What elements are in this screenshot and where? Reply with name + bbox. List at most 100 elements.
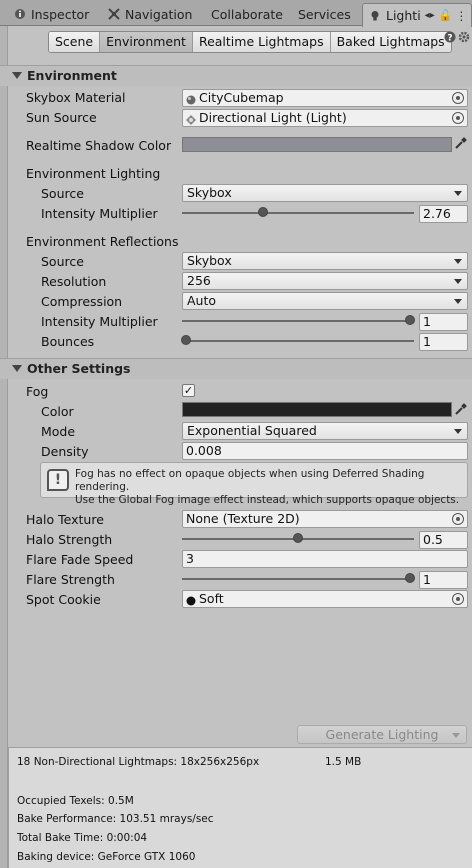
lighting-intensity-field[interactable]: 2.76 xyxy=(419,205,468,223)
flare-fade-speed-field[interactable]: 3 xyxy=(182,550,468,568)
material-sphere-icon xyxy=(186,93,196,105)
dropdown-arrow-icon[interactable] xyxy=(452,733,460,738)
fog-mode-label: Mode xyxy=(41,424,76,439)
lightbulb-icon xyxy=(369,10,381,22)
sun-source-value: Directional Light (Light) xyxy=(199,110,347,125)
compression-dropdown[interactable]: Auto xyxy=(182,292,468,310)
lock-icon[interactable]: 🔓 xyxy=(439,9,453,22)
help-text: Fog has no effect on opaque objects when… xyxy=(75,468,467,507)
tab-navigation[interactable]: Navigation xyxy=(108,3,192,25)
tab-inspector[interactable]: Inspector xyxy=(14,3,89,25)
dropdown-arrow-icon xyxy=(454,279,462,284)
bounces-slider-thumb[interactable] xyxy=(181,335,191,345)
total-bake-time-stat: Total Bake Time: 0:00:04 xyxy=(17,832,148,844)
subtab-scene[interactable]: Scene xyxy=(49,32,101,52)
reflections-intensity-slider-track[interactable] xyxy=(182,320,414,322)
reflections-intensity-slider-thumb[interactable] xyxy=(405,315,415,325)
flare-strength-slider-thumb[interactable] xyxy=(405,573,415,583)
realtime-shadow-color-label: Realtime Shadow Color xyxy=(26,138,172,153)
lighting-source-value: Skybox xyxy=(187,185,232,200)
environment-section-header[interactable]: Environment xyxy=(0,65,472,86)
lighting-source-label: Source xyxy=(41,186,84,201)
fog-color-swatch[interactable] xyxy=(182,402,452,417)
resolution-label: Resolution xyxy=(41,274,107,289)
lighting-intensity-slider-thumb[interactable] xyxy=(258,207,268,217)
subtab-realtime-lightmaps[interactable]: Realtime Lightmaps xyxy=(192,32,331,52)
subtab-environment[interactable]: Environment xyxy=(100,32,193,52)
reflections-source-value: Skybox xyxy=(187,253,232,268)
lighting-intensity-slider-track[interactable] xyxy=(182,212,414,214)
bake-performance-stat: Bake Performance: 103.51 mrays/sec xyxy=(17,813,214,825)
light-component-icon xyxy=(186,113,196,125)
navigation-icon xyxy=(108,8,120,20)
subtab-baked-lightmaps[interactable]: Baked Lightmaps xyxy=(330,32,451,52)
halo-strength-label: Halo Strength xyxy=(26,532,113,547)
compression-value: Auto xyxy=(187,293,217,308)
generate-lighting-button[interactable]: Generate Lighting xyxy=(297,725,467,744)
halo-strength-slider-thumb[interactable] xyxy=(293,533,303,543)
flare-strength-label: Flare Strength xyxy=(26,572,115,587)
tab-lighting[interactable]: Lighti ◂▸ 🔓 ⋮ xyxy=(362,3,472,27)
settings-gear-icon[interactable] xyxy=(458,29,470,47)
fog-label: Fog xyxy=(26,384,49,399)
halo-texture-value: None (Texture 2D) xyxy=(186,511,300,526)
compression-label: Compression xyxy=(41,294,123,309)
fog-color-label: Color xyxy=(41,404,74,419)
dropdown-arrow-icon xyxy=(454,191,462,196)
tab-services[interactable]: Services xyxy=(298,3,351,25)
tab-collaborate[interactable]: Collaborate xyxy=(211,3,283,25)
info-icon xyxy=(14,8,26,20)
tab-label: Collaborate xyxy=(211,6,283,22)
tab-label: Inspector xyxy=(31,6,90,22)
realtime-shadow-color-swatch[interactable] xyxy=(182,137,452,152)
sun-source-field[interactable]: Directional Light (Light) xyxy=(182,109,468,127)
reflections-intensity-field[interactable]: 1 xyxy=(419,313,468,331)
section-title: Environment xyxy=(27,68,117,83)
fog-density-field[interactable]: 0.008 xyxy=(182,442,468,460)
other-settings-section-header[interactable]: Other Settings xyxy=(0,358,472,379)
halo-texture-field[interactable]: None (Texture 2D) xyxy=(182,510,468,528)
spot-cookie-field[interactable]: Soft xyxy=(182,590,468,608)
eyedropper-icon[interactable] xyxy=(454,403,468,417)
occupied-texels-stat: Occupied Texels: 0.5M xyxy=(17,795,134,807)
halo-texture-label: Halo Texture xyxy=(26,512,104,527)
spot-cookie-label: Spot Cookie xyxy=(26,592,101,607)
skybox-material-field[interactable]: CityCubemap xyxy=(182,89,468,107)
fog-mode-dropdown[interactable]: Exponential Squared xyxy=(182,422,468,440)
warning-speech-bubble-icon: ! xyxy=(47,469,69,491)
object-picker-icon[interactable] xyxy=(452,112,464,124)
fog-checkbox[interactable]: ✓ xyxy=(182,384,195,397)
tab-label: Services xyxy=(298,6,351,22)
dropdown-arrow-icon xyxy=(454,259,462,264)
section-title: Other Settings xyxy=(27,361,131,376)
texture-dot-icon xyxy=(186,594,196,606)
environment-lighting-label: Environment Lighting xyxy=(26,166,161,181)
flare-strength-field[interactable]: 1 xyxy=(419,571,468,589)
menu-icon[interactable]: ⋮ xyxy=(455,9,467,23)
bounces-field[interactable]: 1 xyxy=(419,333,468,351)
object-picker-icon[interactable] xyxy=(452,593,464,605)
lighting-source-dropdown[interactable]: Skybox xyxy=(182,184,468,202)
bounces-label: Bounces xyxy=(41,334,95,349)
bounces-slider-track[interactable] xyxy=(182,340,414,342)
tab-label: Lighti xyxy=(386,8,421,23)
reflections-source-dropdown[interactable]: Skybox xyxy=(182,252,468,270)
tab-scroll-arrow-icon[interactable]: ◂▸ xyxy=(425,10,435,21)
halo-strength-field[interactable]: 0.5 xyxy=(419,531,468,549)
fog-mode-value: Exponential Squared xyxy=(187,423,317,438)
resolution-dropdown[interactable]: 256 xyxy=(182,272,468,290)
spot-cookie-value: Soft xyxy=(199,591,224,606)
lighting-intensity-label: Intensity Multiplier xyxy=(41,206,158,221)
help-icon[interactable]: ? xyxy=(444,29,456,47)
flare-fade-speed-label: Flare Fade Speed xyxy=(26,552,134,567)
fog-help-box: ! Fog has no effect on opaque objects wh… xyxy=(40,462,468,506)
foldout-arrow-icon xyxy=(12,72,22,79)
sun-source-label: Sun Source xyxy=(26,110,97,125)
object-picker-icon[interactable] xyxy=(452,92,464,104)
eyedropper-icon[interactable] xyxy=(454,137,468,151)
help-line-2: Use the Global Fog image effect instead,… xyxy=(75,494,460,506)
skybox-material-value: CityCubemap xyxy=(199,90,284,105)
object-picker-icon[interactable] xyxy=(452,513,464,525)
svg-text:?: ? xyxy=(447,34,452,44)
flare-strength-slider-track[interactable] xyxy=(182,578,414,580)
